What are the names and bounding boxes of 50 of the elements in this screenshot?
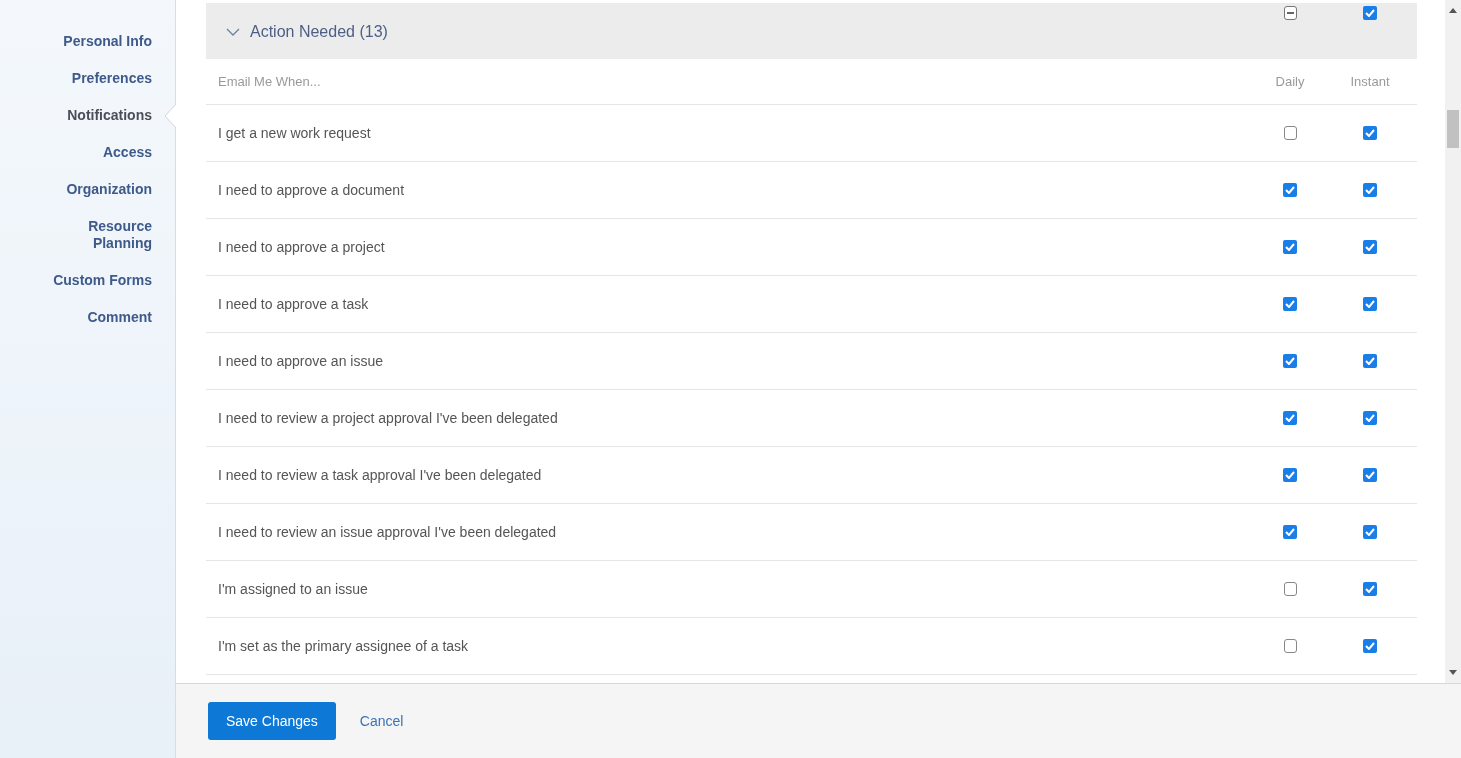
column-header: Instant xyxy=(1349,72,1391,91)
sidebar-item[interactable]: Comment xyxy=(32,300,152,335)
scroll-up-icon[interactable] xyxy=(1449,8,1457,13)
checkbox[interactable] xyxy=(1283,525,1297,539)
section-title: Action Needed (13) xyxy=(250,22,388,42)
cancel-link[interactable]: Cancel xyxy=(359,710,404,732)
row-label: I'm set as the primary assignee of a task xyxy=(217,636,470,656)
checkbox[interactable] xyxy=(1283,354,1297,368)
checkbox[interactable] xyxy=(1283,183,1297,197)
checkbox[interactable] xyxy=(1283,468,1297,482)
sidebar-item[interactable]: Resource Planning xyxy=(32,209,152,261)
row-label: I need to approve an issue xyxy=(217,351,384,371)
checkbox[interactable] xyxy=(1363,582,1377,596)
row-label: I need to approve a task xyxy=(217,294,370,314)
chevron-icon[interactable] xyxy=(226,28,240,36)
row-label: I'm assigned to an issue xyxy=(217,579,369,599)
scroll-down-icon[interactable] xyxy=(1449,670,1457,675)
row-label: I need to review a project approval I've been delegated xyxy=(217,408,559,428)
checkbox[interactable] xyxy=(1363,297,1377,311)
sidebar-item[interactable]: Access xyxy=(32,135,152,170)
column-header: Daily xyxy=(1274,72,1306,91)
row-label: I need to review an issue approval I've been delegated xyxy=(217,522,558,542)
row-label: I need to approve a document xyxy=(217,180,406,200)
checkbox[interactable] xyxy=(1363,354,1377,368)
checkbox[interactable] xyxy=(1363,126,1377,140)
checkbox[interactable] xyxy=(1363,639,1377,653)
checkbox[interactable] xyxy=(1363,6,1377,20)
checkbox[interactable] xyxy=(1283,411,1297,425)
checkbox[interactable] xyxy=(1363,411,1377,425)
checkbox[interactable] xyxy=(1363,525,1377,539)
row-label: I get a new work request xyxy=(217,123,372,143)
sidebar-item[interactable]: Preferences xyxy=(32,61,152,96)
sidebar-item[interactable]: Notifications xyxy=(32,98,152,133)
checkbox[interactable] xyxy=(1283,297,1297,311)
sidebar-item[interactable]: Organization xyxy=(32,172,152,207)
checkbox[interactable] xyxy=(1363,468,1377,482)
sidebar-item[interactable]: Personal Info xyxy=(32,24,152,59)
checkbox[interactable] xyxy=(1363,183,1377,197)
row-label: I need to approve a project xyxy=(217,237,386,257)
column-header: Email Me When... xyxy=(217,72,322,91)
checkbox[interactable] xyxy=(1283,240,1297,254)
scrollbar-thumb[interactable] xyxy=(1447,110,1459,148)
checkbox[interactable] xyxy=(1283,6,1297,20)
row-label: I need to review a task approval I've been delegated xyxy=(217,465,543,485)
checkbox[interactable] xyxy=(1283,582,1297,596)
checkbox[interactable] xyxy=(1283,126,1297,140)
checkbox[interactable] xyxy=(1363,240,1377,254)
checkbox[interactable] xyxy=(1283,639,1297,653)
save-button[interactable]: Save Changes xyxy=(208,702,336,740)
sidebar-item[interactable]: Custom Forms xyxy=(32,263,152,298)
